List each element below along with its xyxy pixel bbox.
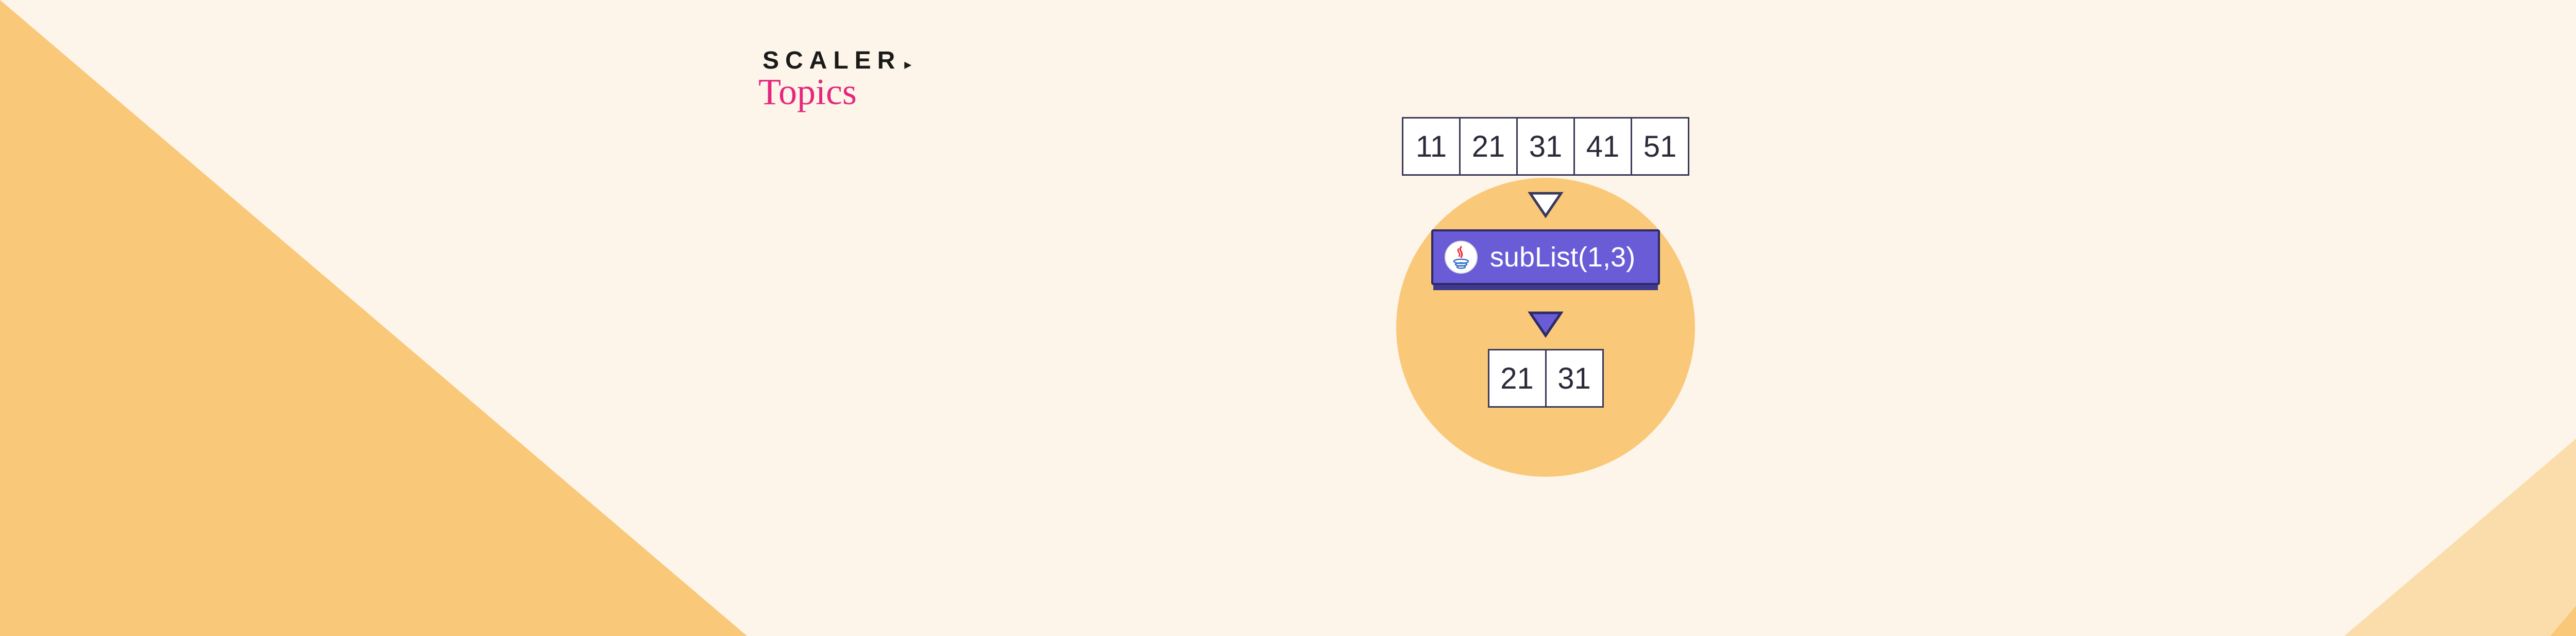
output-cell-0: 21 — [1488, 349, 1547, 408]
input-cell-3: 41 — [1573, 117, 1632, 176]
output-array: 21 31 — [1488, 349, 1604, 408]
brand-line2: Topics — [758, 71, 901, 113]
brand-logo: SCALER ▸ Topics — [762, 46, 901, 113]
decor-triangle-left — [0, 0, 747, 636]
arrow-down-outline-icon — [1527, 190, 1564, 219]
sublist-diagram: 11 21 31 41 51 subList(1,3) 21 31 — [1314, 86, 1777, 550]
input-cell-2: 31 — [1516, 117, 1575, 176]
output-cell-1: 31 — [1545, 349, 1604, 408]
input-cell-4: 51 — [1631, 117, 1689, 176]
brand-arrow-icon: ▸ — [904, 56, 911, 73]
java-icon — [1445, 241, 1478, 274]
input-cell-0: 11 — [1402, 117, 1461, 176]
arrow-down-filled-icon — [1527, 310, 1564, 339]
method-call-text: subList(1,3) — [1490, 241, 1635, 273]
input-cell-1: 21 — [1459, 117, 1518, 176]
input-array: 11 21 31 41 51 — [1402, 117, 1689, 176]
decor-triangle-right-dark — [2550, 0, 2576, 636]
decor-triangle-right-light — [2344, 0, 2576, 636]
method-call-box: subList(1,3) — [1431, 229, 1660, 285]
